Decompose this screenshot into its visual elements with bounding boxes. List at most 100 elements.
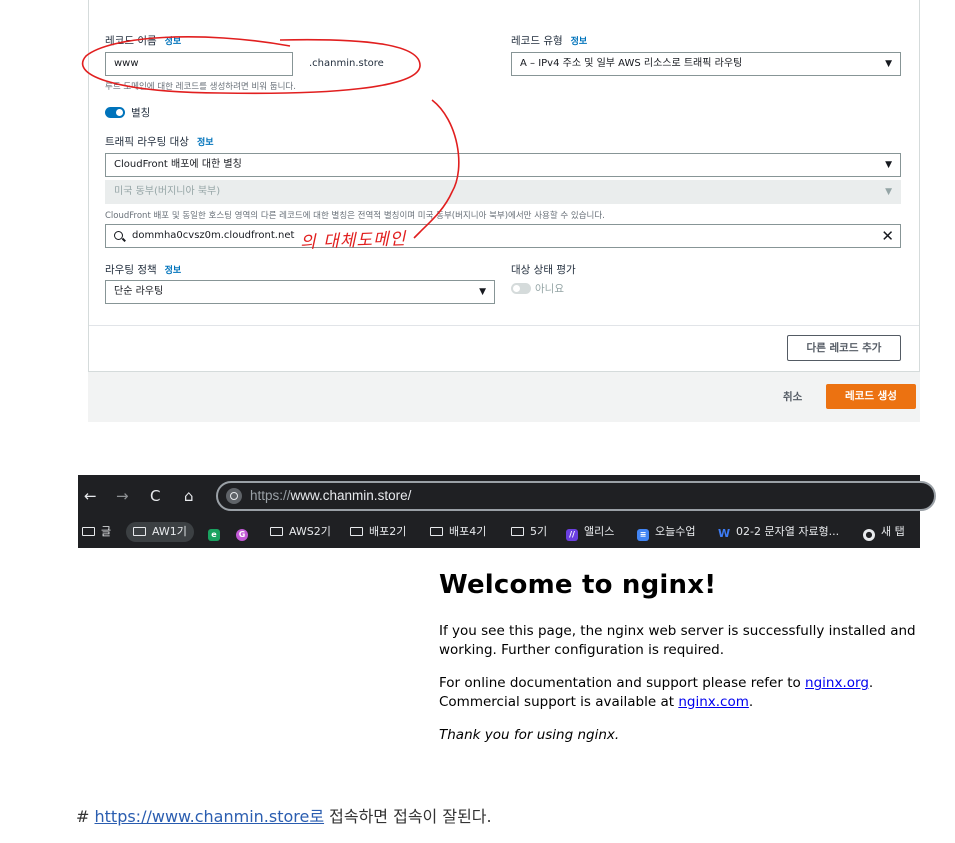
- routing-policy-value: 단순 라우팅: [114, 286, 164, 297]
- bookmark-label: 오늘수업: [655, 525, 696, 538]
- bookmark-folder[interactable]: 배포2기: [350, 522, 406, 542]
- nginx-org-link[interactable]: nginx.org: [805, 675, 869, 691]
- health-value: 아니요: [535, 283, 564, 295]
- bookmark-folder[interactable]: 글: [82, 522, 111, 542]
- browser-toolbar: ← → C ⌂ https://www.chanmin.store/ 글 AW1…: [78, 475, 936, 548]
- support-paragraph: For online documentation and support ple…: [439, 674, 919, 711]
- target-value: dommha0cvsz0m.cloudfront.net: [132, 230, 295, 241]
- thanks-paragraph: Thank you for using nginx.: [439, 726, 919, 745]
- folder-icon: [82, 527, 95, 536]
- region-hint: CloudFront 배포 및 동일한 호스팅 영역의 다른 레코드에 대한 별…: [105, 211, 605, 221]
- info-link[interactable]: 정보: [165, 37, 182, 47]
- bookmark-label: 새 탭: [881, 525, 905, 538]
- record-type-label-text: 레코드 유형: [511, 35, 563, 47]
- bookmark-new-tab[interactable]: ● 새 탭: [863, 522, 905, 542]
- bookmarks-bar: 글 AW1기 e G AWS2기 배포2기 배포4기 5기 // 앨리스 ≡ 오늘수…: [78, 517, 920, 545]
- reload-icon[interactable]: C: [150, 487, 160, 505]
- record-type-select[interactable]: A – IPv4 주소 및 일부 AWS 리소스로 트래픽 라우팅 ▼: [511, 52, 901, 76]
- elice-icon: //: [566, 529, 578, 541]
- note-prefix: #: [76, 807, 95, 826]
- record-form-card: 레코드 이름 정보 www .chanmin.store 루트 도메인에 대한 레…: [88, 0, 920, 372]
- note-text: 접속하면 접속이 잘된다.: [324, 807, 492, 826]
- route-target-label-text: 트래픽 라우팅 대상: [105, 136, 189, 148]
- health-toggle[interactable]: [511, 283, 531, 294]
- caret-down-icon: ▼: [885, 160, 892, 170]
- wikidocs-icon: W: [718, 527, 731, 540]
- address-bar[interactable]: https://www.chanmin.store/: [216, 481, 936, 511]
- health-label: 대상 상태 평가: [511, 264, 576, 276]
- bookmark-label: 글: [101, 525, 112, 538]
- nginx-welcome-page: Welcome to nginx! If you see this page, …: [439, 570, 919, 760]
- bookmark-label: AW1기: [152, 525, 187, 538]
- bookmark-folder[interactable]: 배포4기: [430, 522, 486, 542]
- page-title: Welcome to nginx!: [439, 570, 717, 600]
- add-record-button[interactable]: 다른 레코드 추가: [787, 335, 901, 361]
- bookmark-label: 앨리스: [584, 525, 615, 538]
- record-name-label: 레코드 이름 정보: [105, 33, 181, 48]
- cancel-button[interactable]: 취소: [783, 389, 802, 404]
- routing-policy-select[interactable]: 단순 라우팅 ▼: [105, 280, 495, 304]
- info-link[interactable]: 정보: [571, 37, 588, 47]
- alias-label: 별칭: [131, 107, 151, 119]
- bookmark-folder[interactable]: AW1기: [126, 522, 194, 542]
- intro-paragraph: If you see this page, the nginx web serv…: [439, 623, 916, 658]
- close-icon[interactable]: ✕: [881, 225, 894, 247]
- info-link[interactable]: 정보: [165, 266, 182, 276]
- target-search-input[interactable]: dommha0cvsz0m.cloudfront.net ✕: [105, 224, 901, 248]
- folder-icon: [511, 527, 524, 536]
- folder-icon: [350, 527, 363, 536]
- routing-policy-label: 라우팅 정책 정보: [105, 262, 181, 277]
- bookmark-label: AWS2기: [289, 525, 331, 538]
- support-text: .: [868, 675, 874, 691]
- grammarly-icon: G: [236, 529, 248, 541]
- bookmark-edge[interactable]: e: [208, 522, 226, 542]
- back-icon[interactable]: ←: [84, 487, 97, 505]
- record-name-input[interactable]: www: [105, 52, 293, 76]
- url-scheme: https://: [250, 488, 291, 503]
- nginx-com-link[interactable]: nginx.com: [678, 694, 749, 710]
- search-icon: [114, 231, 123, 240]
- url-host: www.chanmin.store/: [290, 488, 412, 503]
- bookmark-folder[interactable]: AWS2기: [270, 522, 331, 542]
- record-type-value: A – IPv4 주소 및 일부 AWS 리소스로 트래픽 라우팅: [520, 58, 743, 69]
- divider: [89, 325, 919, 326]
- folder-icon: [133, 527, 146, 536]
- record-type-label: 레코드 유형 정보: [511, 33, 587, 48]
- route53-record-panel: 레코드 이름 정보 www .chanmin.store 루트 도메인에 대한 레…: [88, 0, 920, 422]
- bookmark-grammarly[interactable]: G: [236, 522, 254, 542]
- folder-icon: [270, 527, 283, 536]
- note-link[interactable]: https://www.chanmin.store로: [95, 807, 325, 826]
- bookmark-label: 배포4기: [449, 525, 487, 538]
- record-name-label-text: 레코드 이름: [105, 35, 157, 47]
- globe-icon: ●: [863, 529, 875, 541]
- bookmark-wikidocs[interactable]: W 02-2 문자열 자료형...: [718, 522, 839, 542]
- record-name-value: www: [114, 58, 139, 69]
- caret-down-icon: ▼: [885, 187, 892, 197]
- routing-policy-label-text: 라우팅 정책: [105, 264, 157, 276]
- support-text: .: [748, 693, 754, 710]
- region-select: 미국 동부(버지니아 북부) ▼: [105, 180, 901, 204]
- support-text: For online documentation and support ple…: [439, 675, 806, 691]
- support-text: Commercial support is available at: [439, 693, 679, 710]
- forward-icon[interactable]: →: [116, 487, 129, 505]
- bookmark-label: 배포2기: [369, 525, 407, 538]
- bookmark-docs[interactable]: ≡ 오늘수업: [637, 522, 695, 542]
- target-type-select[interactable]: CloudFront 배포에 대한 별칭 ▼: [105, 153, 901, 177]
- thanks-text: Thank you for using nginx.: [439, 727, 620, 743]
- edge-icon: e: [208, 529, 220, 541]
- bookmark-label: 5기: [530, 525, 548, 538]
- info-link[interactable]: 정보: [197, 138, 214, 148]
- bookmark-elice[interactable]: // 앨리스: [566, 522, 614, 542]
- caret-down-icon: ▼: [479, 287, 486, 297]
- domain-suffix: .chanmin.store: [309, 58, 384, 69]
- target-type-value: CloudFront 배포에 대한 별칭: [114, 159, 242, 170]
- create-record-button[interactable]: 레코드 생성: [826, 384, 916, 409]
- docs-icon: ≡: [637, 529, 649, 541]
- home-icon[interactable]: ⌂: [184, 487, 194, 505]
- blog-note: # https://www.chanmin.store로 접속하면 접속이 잘된…: [76, 803, 492, 827]
- record-name-hint: 루트 도메인에 대한 레코드를 생성하려면 비워 둡니다.: [105, 82, 296, 92]
- route-target-label: 트래픽 라우팅 대상 정보: [105, 134, 214, 149]
- alias-toggle[interactable]: [105, 107, 125, 118]
- bookmark-folder[interactable]: 5기: [511, 522, 547, 542]
- site-info-icon[interactable]: [226, 488, 242, 504]
